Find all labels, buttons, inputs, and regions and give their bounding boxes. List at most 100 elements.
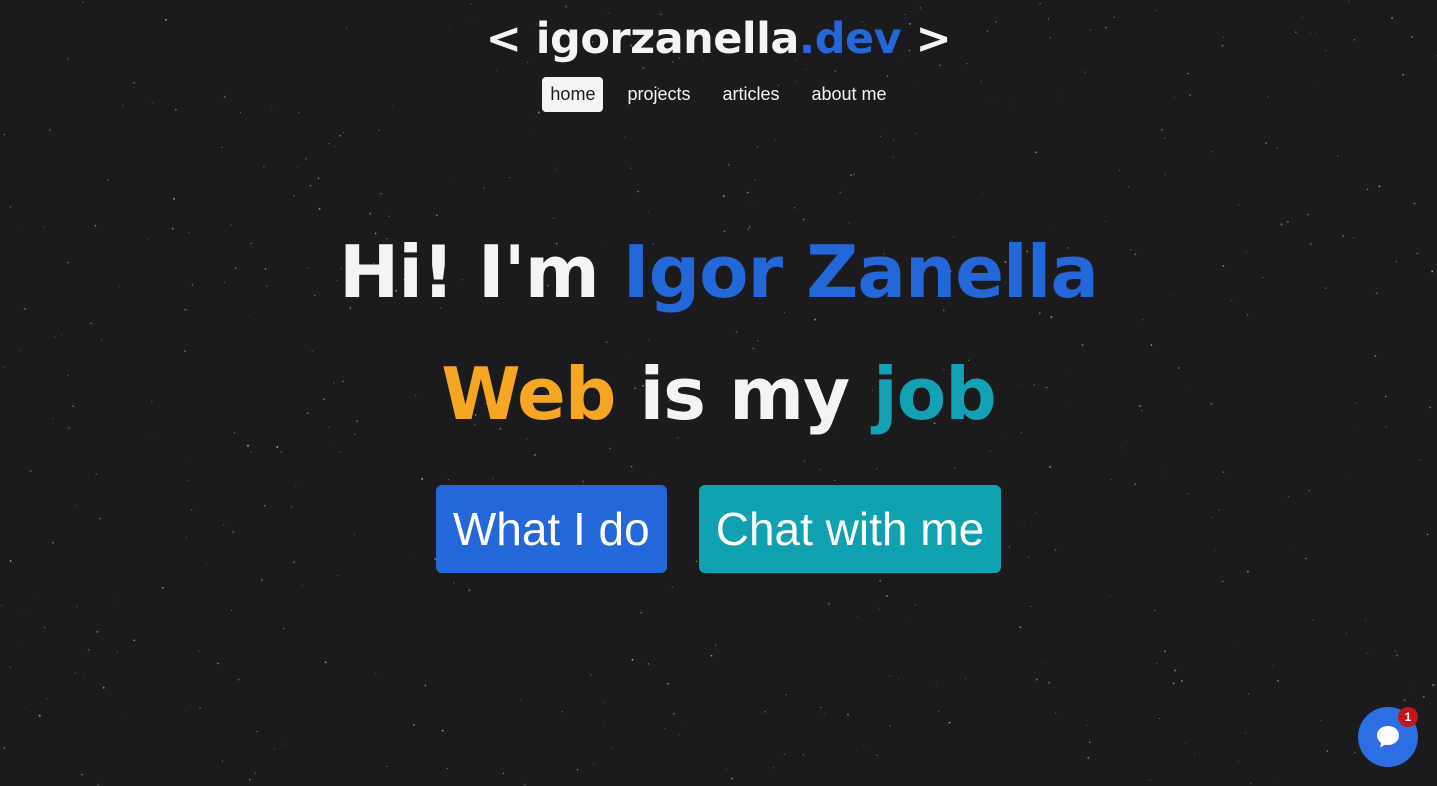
star-dot — [897, 678, 900, 680]
star-dot — [793, 206, 796, 209]
star-dot — [280, 451, 282, 453]
star-dot — [1320, 719, 1322, 721]
star-dot — [116, 651, 118, 653]
hero-name: Igor Zanella — [622, 230, 1099, 314]
star-dot — [820, 717, 822, 719]
star-dot — [1172, 682, 1175, 685]
star-dot — [1211, 151, 1214, 153]
star-dot — [749, 226, 751, 228]
star-dot — [199, 707, 202, 710]
star-dot — [1142, 319, 1144, 321]
star-dot — [1150, 344, 1153, 346]
star-dot — [876, 754, 878, 756]
site-logo[interactable]: < igorzanella.dev > — [0, 14, 1437, 64]
star-dot — [1120, 454, 1122, 456]
star-dot — [82, 675, 84, 677]
star-dot — [1086, 724, 1089, 726]
star-dot — [1174, 669, 1177, 672]
star-dot — [424, 684, 427, 687]
chat-notification-badge: 1 — [1398, 707, 1418, 727]
star-dot — [19, 349, 22, 351]
star-dot — [281, 743, 283, 745]
star-dot — [846, 713, 849, 716]
star-dot — [305, 157, 307, 160]
star-dot — [1413, 202, 1416, 205]
nav-item-home[interactable]: home — [542, 77, 604, 112]
star-dot — [1154, 609, 1156, 612]
star-dot — [9, 666, 11, 668]
star-dot — [263, 165, 265, 168]
star-dot — [774, 139, 776, 141]
chat-with-me-button[interactable]: Chat with me — [698, 485, 1002, 573]
star-dot — [1246, 314, 1249, 316]
star-dot — [9, 205, 12, 208]
star-dot — [533, 453, 536, 456]
star-dot — [297, 166, 299, 168]
star-dot — [23, 609, 25, 610]
star-dot — [254, 772, 256, 774]
star-dot — [221, 760, 223, 762]
star-dot — [1030, 606, 1032, 607]
star-dot — [892, 156, 895, 159]
hero-tagline-middle: is my — [615, 352, 874, 436]
cta-row: What I do Chat with me — [0, 485, 1437, 573]
star-dot — [496, 70, 498, 72]
star-dot — [37, 598, 39, 600]
hero-greeting-prefix: Hi! I'm — [339, 230, 623, 314]
star-dot — [1249, 782, 1252, 785]
nav-item-about-me[interactable]: about me — [804, 77, 895, 112]
star-dot — [502, 772, 505, 775]
star-dot — [76, 606, 78, 608]
star-dot — [115, 599, 118, 601]
star-dot — [1118, 169, 1120, 171]
star-dot — [863, 744, 865, 746]
star-dot — [1109, 595, 1111, 597]
star-dot — [783, 754, 785, 755]
star-dot — [642, 67, 644, 69]
nav-item-articles[interactable]: articles — [714, 77, 787, 112]
star-dot — [519, 698, 522, 701]
star-dot — [161, 586, 164, 589]
star-dot — [74, 672, 76, 674]
star-dot — [819, 469, 821, 471]
star-dot — [90, 322, 92, 325]
star-dot — [611, 747, 614, 749]
star-dot — [752, 347, 755, 350]
star-dot — [565, 5, 568, 8]
star-dot — [49, 129, 51, 131]
star-dot — [889, 725, 891, 727]
star-dot — [17, 641, 19, 643]
star-dot — [1272, 665, 1274, 667]
star-dot — [1277, 679, 1279, 682]
star-dot — [624, 136, 626, 138]
star-dot — [1238, 761, 1240, 763]
star-dot — [318, 207, 321, 210]
star-dot — [834, 70, 837, 73]
star-dot — [1180, 679, 1183, 682]
what-i-do-button[interactable]: What I do — [435, 485, 667, 573]
star-dot — [82, 1, 84, 4]
star-dot — [754, 179, 756, 181]
nav-item-projects[interactable]: projects — [619, 77, 698, 112]
star-dot — [1344, 475, 1346, 477]
star-dot — [185, 710, 187, 712]
star-dot — [1247, 693, 1250, 695]
star-dot — [751, 205, 753, 207]
star-dot — [173, 197, 176, 200]
star-dot — [609, 447, 611, 450]
star-dot — [298, 112, 300, 114]
star-dot — [1364, 618, 1367, 621]
star-dot — [731, 777, 733, 780]
star-dot — [1274, 783, 1276, 785]
star-dot — [1238, 204, 1239, 206]
star-dot — [939, 64, 941, 67]
star-dot — [637, 190, 639, 193]
star-dot — [914, 604, 917, 606]
star-dot — [893, 139, 895, 141]
star-dot — [592, 763, 594, 765]
star-dot — [1244, 732, 1247, 734]
star-dot — [38, 714, 41, 717]
star-dot — [915, 132, 917, 134]
star-dot — [483, 187, 486, 189]
star-dot — [878, 607, 880, 609]
